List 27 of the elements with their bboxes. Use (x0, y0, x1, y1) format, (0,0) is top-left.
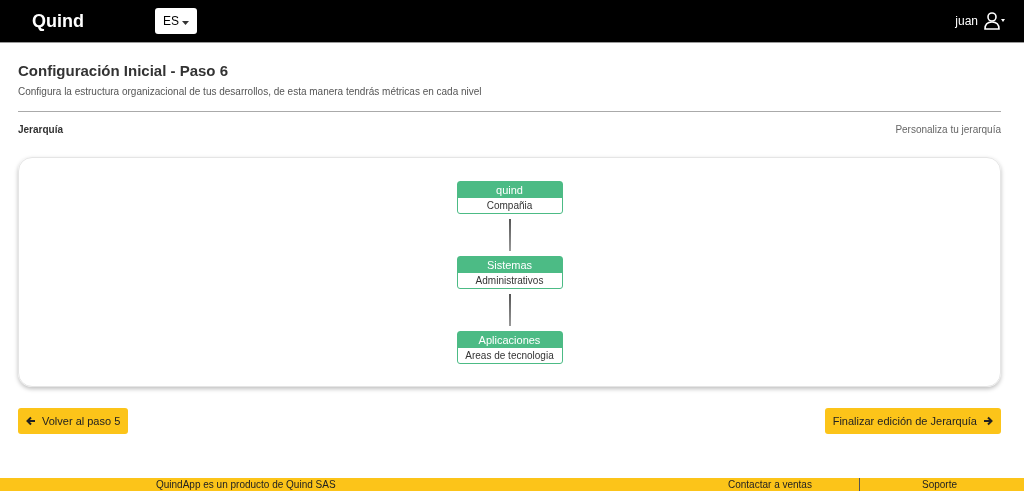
page-subtitle: Configura la estructura organizacional de tus desarrollos, de esta manera tendrás métricas en cada nivel (18, 86, 483, 97)
footer-text: QuindApp es un producto de Quind SAS (156, 478, 337, 491)
connector-line (508, 218, 511, 251)
hierarchy-node[interactable]: Aplicaciones Areas de tecnologia (456, 330, 563, 364)
user-name: juan (955, 14, 978, 28)
page-title: Configuración Inicial - Paso 6 (18, 62, 230, 79)
node-name: Sistemas (457, 256, 562, 273)
section-label: Jerarquía (18, 124, 64, 135)
finish-button[interactable]: Finalizar edición de Jerarquía (824, 408, 1001, 434)
customize-link[interactable]: Personaliza tu jerarquía (895, 124, 1001, 135)
node-level: Compañia (485, 198, 534, 213)
arrow-right-icon (983, 416, 993, 426)
logo[interactable]: Quind (32, 10, 124, 32)
node-level: Areas de tecnologia (464, 348, 555, 363)
support-link[interactable]: Soporte (922, 478, 958, 491)
connector-line (508, 293, 511, 326)
node-level: Administrativos (474, 273, 545, 288)
node-name: quind (457, 181, 562, 198)
hierarchy-node[interactable]: Sistemas Administrativos (456, 255, 563, 289)
user-icon[interactable] (984, 12, 1006, 30)
arrow-left-icon (26, 416, 36, 426)
language-dropdown[interactable]: ES (155, 8, 198, 34)
hierarchy-node[interactable]: quind Compañia (456, 180, 563, 214)
node-name: Aplicaciones (457, 331, 562, 348)
sales-link[interactable]: Contactar a ventas (728, 478, 859, 491)
back-button[interactable]: Volver al paso 5 (18, 408, 129, 434)
caret-icon (182, 21, 190, 25)
